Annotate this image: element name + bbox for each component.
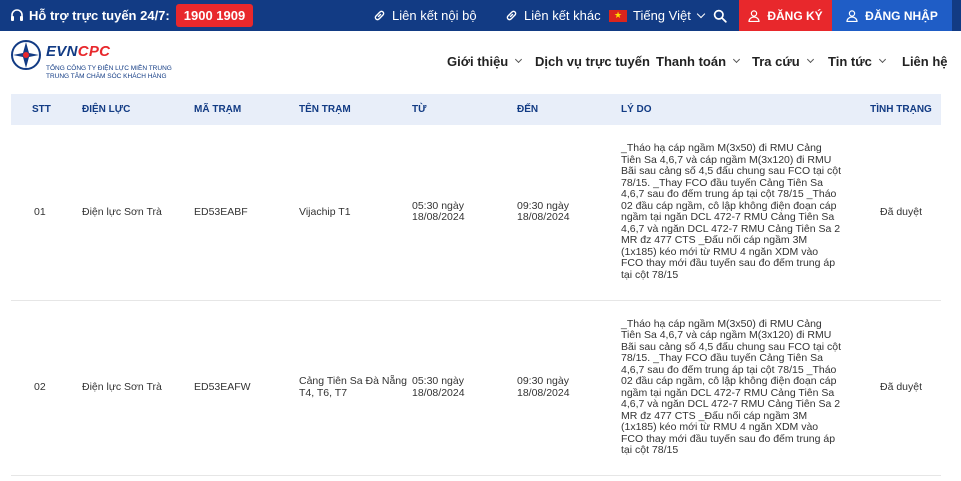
cell-den: 09:30 ngày 18/08/2024 — [517, 375, 570, 399]
col-stt: STT — [32, 104, 51, 115]
table-row: 02 Điện lực Sơn Trà ED53EAFW Cảng Tiên S… — [11, 300, 941, 475]
cell-tu: 05:30 ngày 18/08/2024 — [412, 375, 465, 399]
cell-stt: 02 — [34, 380, 46, 393]
col-tu: TỪ — [412, 104, 427, 115]
cell-dien-luc: Điện lực Sơn Trà — [82, 205, 162, 218]
schedule-table: STT ĐIỆN LỰC MÃ TRẠM TÊN TRẠM TỪ ĐẾN LÝ … — [11, 94, 941, 476]
col-tinh-trang: TÌNH TRẠNG — [870, 104, 932, 115]
language-label: Tiếng Việt — [633, 8, 691, 23]
logo-subtitle-1: TỔNG CÔNG TY ĐIỆN LỰC MIỀN TRUNG — [46, 65, 172, 72]
chevron-down-icon — [733, 55, 741, 63]
nav-tin-tuc[interactable]: Tin tức — [828, 31, 886, 91]
nav-label: Giới thiệu — [447, 53, 509, 69]
register-button[interactable]: ĐĂNG KÝ — [739, 0, 832, 31]
nav-gioi-thieu[interactable]: Giới thiệu — [447, 31, 523, 91]
hotline-label: Hỗ trợ trực tuyến 24/7: — [29, 8, 170, 23]
cell-ly-do: _Tháo hạ cáp ngầm M(3x50) đi RMU Cảng Ti… — [621, 317, 842, 456]
chevron-down-icon — [515, 55, 523, 63]
cell-tu: 05:30 ngày 18/08/2024 — [412, 199, 465, 224]
headset-icon — [10, 8, 24, 23]
table-header-row: STT ĐIỆN LỰC MÃ TRẠM TÊN TRẠM TỪ ĐẾN LÝ … — [11, 94, 941, 125]
register-label: ĐĂNG KÝ — [767, 8, 823, 23]
col-den: ĐẾN — [517, 104, 539, 115]
link-icon — [373, 9, 386, 22]
logo-subtitle-2: TRUNG TÂM CHĂM SÓC KHÁCH HÀNG — [46, 73, 167, 80]
table-body: 01 Điện lực Sơn Trà ED53EABF Vijachip T1… — [11, 125, 941, 475]
cell-ten-tram: Cảng Tiên Sa Đà Nẵng T4, T6, T7 — [299, 375, 407, 399]
nav-label: Dịch vụ trực tuyến — [535, 53, 650, 69]
cell-ten-tram: Vijachip T1 — [299, 205, 351, 218]
table-row: 01 Điện lực Sơn Trà ED53EABF Vijachip T1… — [11, 125, 941, 300]
cell-ma-tram: ED53EAFW — [194, 380, 251, 393]
login-label: ĐĂNG NHẬP — [865, 8, 938, 23]
user-icon — [846, 9, 858, 22]
cell-dien-luc: Điện lực Sơn Trà — [82, 380, 162, 393]
cell-ly-do: _Tháo hạ cáp ngầm M(3x50) đi RMU Cảng Ti… — [621, 142, 842, 281]
nav-label: Tra cứu — [752, 53, 800, 69]
hotline-number[interactable]: 1900 1909 — [175, 4, 254, 27]
other-link-label: Liên kết khác — [524, 8, 601, 23]
nav-dich-vu-truc-tuyen[interactable]: Dịch vụ trực tuyến — [535, 31, 650, 91]
logo-cpc-text: CPC — [77, 43, 111, 60]
user-icon — [748, 9, 760, 22]
link-icon — [505, 9, 518, 22]
hotline: Hỗ trợ trực tuyến 24/7: 1900 1909 — [10, 0, 254, 31]
nav-lien-he[interactable]: Liên hệ — [902, 31, 948, 91]
main-header: EVNCPC TỔNG CÔNG TY ĐIỆN LỰC MIỀN TRUNG … — [0, 31, 961, 91]
cell-den: 09:30 ngày 18/08/2024 — [517, 199, 570, 224]
internal-link[interactable]: Liên kết nội bộ — [373, 0, 477, 31]
other-link[interactable]: Liên kết khác — [505, 0, 601, 31]
vietnam-flag-icon: ★ — [609, 9, 627, 22]
chevron-down-icon — [806, 55, 814, 63]
cell-stt: 01 — [34, 205, 46, 218]
outage-schedule-table: STT ĐIỆN LỰC MÃ TRẠM TÊN TRẠM TỪ ĐẾN LÝ … — [11, 94, 941, 476]
internal-link-label: Liên kết nội bộ — [392, 8, 477, 23]
chevron-down-icon — [696, 9, 706, 18]
nav-thanh-toan[interactable]: Thanh toán — [656, 31, 741, 91]
cell-ma-tram: ED53EABF — [194, 205, 248, 218]
top-bar: Hỗ trợ trực tuyến 24/7: 1900 1909 Liên k… — [0, 0, 961, 31]
evn-logo-icon — [10, 39, 42, 71]
col-ly-do: LÝ DO — [621, 104, 652, 115]
nav-label: Thanh toán — [656, 53, 727, 69]
nav-label: Liên hệ — [902, 53, 948, 69]
col-ma-tram: MÃ TRẠM — [194, 104, 242, 115]
cell-tinh-trang: Đã duyệt — [879, 380, 923, 393]
logo-text: EVNCPC — [46, 43, 110, 60]
logo-evn-text: EVN — [46, 43, 78, 60]
col-ten-tram: TÊN TRẠM — [299, 104, 351, 115]
nav-tra-cuu[interactable]: Tra cứu — [752, 31, 814, 91]
nav-label: Tin tức — [828, 53, 872, 69]
chevron-down-icon — [878, 55, 886, 63]
cell-tinh-trang: Đã duyệt — [879, 205, 923, 218]
search-icon — [713, 9, 727, 23]
language-select[interactable]: ★ Tiếng Việt — [609, 0, 706, 31]
table-header: STT ĐIỆN LỰC MÃ TRẠM TÊN TRẠM TỪ ĐẾN LÝ … — [11, 94, 941, 125]
search-button[interactable] — [713, 0, 733, 31]
site-logo[interactable]: EVNCPC TỔNG CÔNG TY ĐIỆN LỰC MIỀN TRUNG … — [10, 39, 210, 85]
col-dien-luc: ĐIỆN LỰC — [82, 104, 131, 115]
login-button[interactable]: ĐĂNG NHẬP — [832, 0, 952, 31]
